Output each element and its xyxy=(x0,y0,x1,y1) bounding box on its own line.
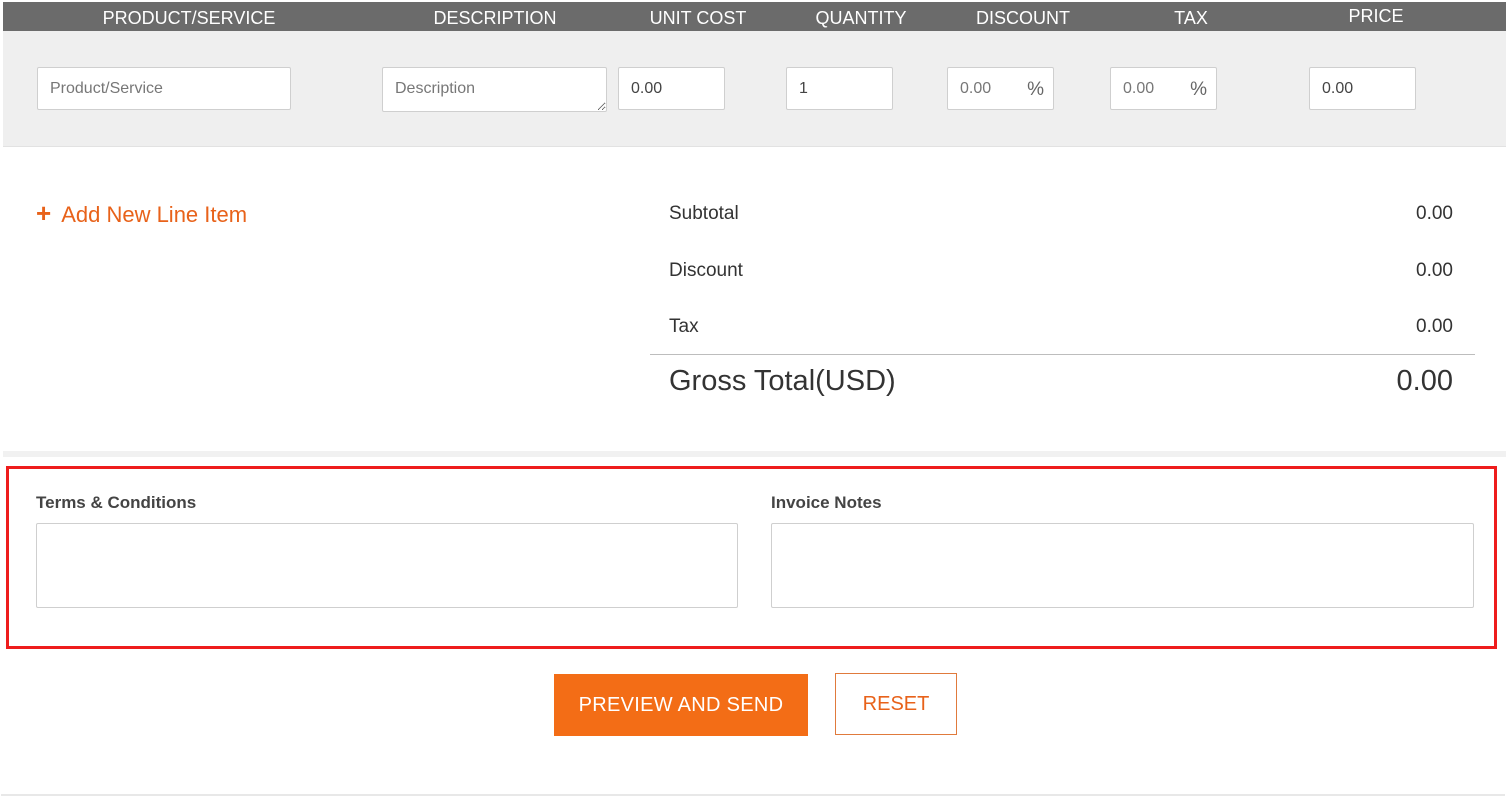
totals-divider xyxy=(650,354,1475,355)
header-unit-cost: UNIT COST xyxy=(649,8,747,28)
tax-percent-sign: % xyxy=(1190,79,1207,100)
subtotal-value: 0.00 xyxy=(1416,203,1453,224)
line-item-row: % % xyxy=(3,31,1506,147)
tax-total-label: Tax xyxy=(669,316,699,337)
invoice-notes-textarea[interactable] xyxy=(771,523,1474,608)
unit-cost-input[interactable] xyxy=(618,67,725,110)
reset-button[interactable]: RESET xyxy=(835,673,957,735)
terms-label: Terms & Conditions xyxy=(36,493,197,512)
preview-and-send-button[interactable]: PREVIEW AND SEND xyxy=(554,674,808,736)
invoice-form: PRODUCT/SERVICE DESCRIPTION UNIT COST QU… xyxy=(1,0,1506,796)
gross-total-label: Gross Total(USD) xyxy=(669,365,896,397)
header-price: PRICE xyxy=(1348,6,1404,26)
invoice-notes-label: Invoice Notes xyxy=(771,493,882,512)
discount-total-value: 0.00 xyxy=(1416,260,1453,281)
plus-icon: + xyxy=(36,198,52,228)
subtotal-label: Subtotal xyxy=(669,203,739,224)
add-line-item-label: Add New Line Item xyxy=(61,202,248,227)
gross-total-value: 0.00 xyxy=(1396,365,1453,397)
header-tax: TAX xyxy=(1174,8,1208,28)
header-product: PRODUCT/SERVICE xyxy=(102,8,276,28)
header-discount: DISCOUNT xyxy=(976,8,1070,28)
add-line-item-button[interactable]: + Add New Line Item xyxy=(36,198,247,228)
section-divider xyxy=(3,451,1506,457)
price-input[interactable] xyxy=(1309,67,1416,110)
header-description: DESCRIPTION xyxy=(433,8,557,28)
description-input[interactable] xyxy=(382,67,607,112)
discount-field: % xyxy=(947,67,1054,110)
tax-field: % xyxy=(1110,67,1217,110)
discount-total-label: Discount xyxy=(669,260,743,281)
product-input[interactable] xyxy=(37,67,291,110)
line-items-header: PRODUCT/SERVICE DESCRIPTION UNIT COST QU… xyxy=(3,2,1506,31)
discount-percent-sign: % xyxy=(1027,79,1044,100)
quantity-input[interactable] xyxy=(786,67,893,110)
header-quantity: QUANTITY xyxy=(815,8,907,28)
tax-total-value: 0.00 xyxy=(1416,316,1453,337)
terms-textarea[interactable] xyxy=(36,523,738,608)
